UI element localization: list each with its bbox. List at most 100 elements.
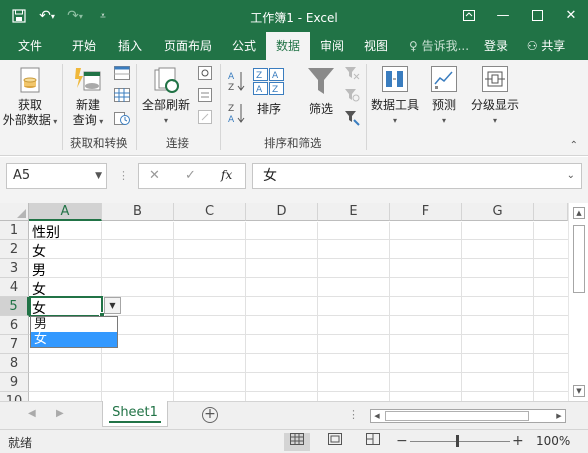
data-tools-button[interactable]: 数据工具 ▾ — [368, 64, 422, 134]
dropdown-option-female[interactable]: 女 — [31, 332, 117, 347]
sort-dialog-icon: ZAAZ — [253, 68, 285, 100]
cell-a3[interactable]: 男 — [32, 260, 46, 280]
get-external-data-button[interactable]: 获取 外部数据 ▾ — [0, 64, 60, 134]
zoom-slider-thumb[interactable] — [456, 435, 459, 447]
from-table-icon[interactable] — [114, 88, 130, 105]
dropdown-option-male[interactable]: 男 — [31, 317, 117, 332]
row-header-6[interactable]: 6 — [0, 316, 29, 335]
undo-icon[interactable]: ↶ ▾ — [34, 4, 60, 28]
tab-data[interactable]: 数据 — [266, 32, 310, 60]
refresh-all-button[interactable]: 全部刷新 ▾ — [140, 64, 192, 134]
tab-file[interactable]: 文件 — [8, 32, 52, 60]
row-header-9[interactable]: 9 — [0, 373, 29, 392]
show-queries-icon[interactable] — [114, 66, 130, 83]
customize-qat-icon[interactable]: ⩡ — [90, 4, 116, 28]
column-header-e[interactable]: E — [318, 203, 390, 221]
next-sheet-icon[interactable]: ▶ — [56, 408, 64, 419]
maximize-icon[interactable] — [520, 0, 554, 30]
quick-access-toolbar: ↶ ▾ ↷ ▾ ⩡ — [6, 4, 116, 28]
minimize-icon[interactable]: — — [486, 0, 520, 30]
vertical-scroll-thumb[interactable] — [573, 225, 585, 293]
row-header-10[interactable]: 10 — [0, 392, 29, 401]
cell-a1[interactable]: 性别 — [32, 222, 60, 242]
save-icon[interactable] — [6, 4, 32, 28]
column-header-b[interactable]: B — [102, 203, 174, 221]
sort-descending-icon[interactable]: ZA — [228, 102, 246, 127]
new-query-button[interactable]: 新建 查询 ▾ — [66, 64, 110, 134]
cell-a2[interactable]: 女 — [32, 241, 46, 261]
reapply-icon[interactable] — [344, 88, 360, 105]
edit-links-icon[interactable] — [198, 110, 212, 127]
tab-review[interactable]: 审阅 — [310, 32, 354, 60]
sort-button[interactable]: ZAAZ 排序 — [250, 64, 288, 134]
worksheet-grid[interactable]: A B C D E F G 1 2 3 4 5 6 7 8 9 10 性别 女 … — [0, 203, 588, 401]
add-sheet-icon[interactable]: + — [202, 407, 218, 423]
recent-sources-icon[interactable] — [114, 110, 130, 129]
advanced-filter-icon[interactable] — [344, 110, 360, 129]
prev-sheet-icon[interactable]: ◀ — [28, 408, 36, 419]
ribbon: 获取 外部数据 ▾ 新建 查询 ▾ 获取和转换 全部刷新 ▾ 连接 AZ Z A… — [0, 60, 588, 156]
formula-input[interactable]: 女 ⌄ — [252, 163, 582, 189]
formula-buttons: ✕ ✓ fx — [138, 163, 246, 189]
formula-bar-grip[interactable]: ⋮ — [118, 169, 129, 182]
tell-me-search[interactable]: ♀ 告诉我... — [404, 32, 474, 60]
zoom-level[interactable]: 100% — [536, 434, 570, 448]
column-header-f[interactable]: F — [390, 203, 462, 221]
sort-ascending-icon[interactable]: AZ — [228, 70, 246, 95]
row-header-4[interactable]: 4 — [0, 278, 29, 297]
login-link[interactable]: 登录 — [478, 32, 514, 60]
row-header-1[interactable]: 1 — [0, 221, 29, 240]
horizontal-scroll-thumb[interactable] — [385, 411, 529, 421]
zoom-in-icon[interactable]: + — [512, 433, 524, 449]
row-header-3[interactable]: 3 — [0, 259, 29, 278]
name-box[interactable]: A5 ▼ — [6, 163, 107, 189]
page-layout-view-icon[interactable] — [322, 433, 348, 451]
cancel-icon[interactable]: ✕ — [149, 168, 160, 183]
share-button[interactable]: ⚇ 共享 — [518, 32, 574, 60]
tab-formulas[interactable]: 公式 — [222, 32, 266, 60]
select-all-corner[interactable] — [0, 203, 29, 221]
row-header-8[interactable]: 8 — [0, 354, 29, 373]
scroll-left-icon[interactable]: ◀ — [371, 410, 383, 422]
properties-icon[interactable] — [198, 88, 212, 105]
scroll-up-icon[interactable]: ▲ — [573, 207, 585, 219]
tab-split-grip[interactable]: ⋮ — [348, 408, 359, 421]
expand-formula-bar-icon[interactable]: ⌄ — [567, 164, 575, 188]
title-bar: ↶ ▾ ↷ ▾ ⩡ 工作簿1 - Excel — ✕ — [0, 0, 588, 32]
tab-insert[interactable]: 插入 — [108, 32, 152, 60]
svg-text:Z: Z — [228, 83, 234, 92]
column-header-h[interactable] — [534, 203, 568, 221]
row-header-2[interactable]: 2 — [0, 240, 29, 259]
scroll-down-icon[interactable]: ▼ — [573, 385, 585, 397]
tab-page-layout[interactable]: 页面布局 — [156, 32, 220, 60]
vertical-scrollbar[interactable]: ▲ ▼ — [568, 203, 588, 401]
column-header-g[interactable]: G — [462, 203, 534, 221]
outline-button[interactable]: 分级显示 ▾ — [466, 64, 524, 134]
forecast-button[interactable]: 预测 ▾ — [424, 64, 464, 134]
redo-icon[interactable]: ↷ ▾ — [62, 4, 88, 28]
page-break-view-icon[interactable] — [360, 433, 386, 451]
normal-view-icon[interactable] — [284, 433, 310, 451]
connections-icon[interactable] — [198, 66, 212, 83]
zoom-out-icon[interactable]: − — [396, 433, 408, 449]
column-header-c[interactable]: C — [174, 203, 246, 221]
enter-icon[interactable]: ✓ — [185, 168, 196, 183]
scroll-right-icon[interactable]: ▶ — [553, 410, 565, 422]
tab-home[interactable]: 开始 — [62, 32, 106, 60]
row-header-7[interactable]: 7 — [0, 335, 29, 354]
close-icon[interactable]: ✕ — [554, 0, 588, 30]
validation-dropdown-arrow-icon[interactable]: ▼ — [104, 297, 121, 314]
insert-function-icon[interactable]: fx — [221, 168, 232, 182]
name-box-dropdown-icon[interactable]: ▼ — [95, 164, 102, 188]
sheet-tab-sheet1[interactable]: Sheet1 — [102, 401, 168, 427]
column-header-a[interactable]: A — [29, 203, 102, 221]
horizontal-scrollbar[interactable]: ◀ ▶ — [370, 409, 566, 423]
filter-button[interactable]: 筛选 — [298, 64, 344, 134]
ribbon-display-options-icon[interactable] — [452, 0, 486, 30]
zoom-slider[interactable] — [410, 441, 510, 442]
collapse-ribbon-icon[interactable]: ⌃ — [570, 140, 578, 151]
row-header-5[interactable]: 5 — [0, 297, 29, 316]
tab-view[interactable]: 视图 — [354, 32, 398, 60]
column-header-d[interactable]: D — [246, 203, 318, 221]
clear-filter-icon[interactable] — [344, 66, 360, 83]
